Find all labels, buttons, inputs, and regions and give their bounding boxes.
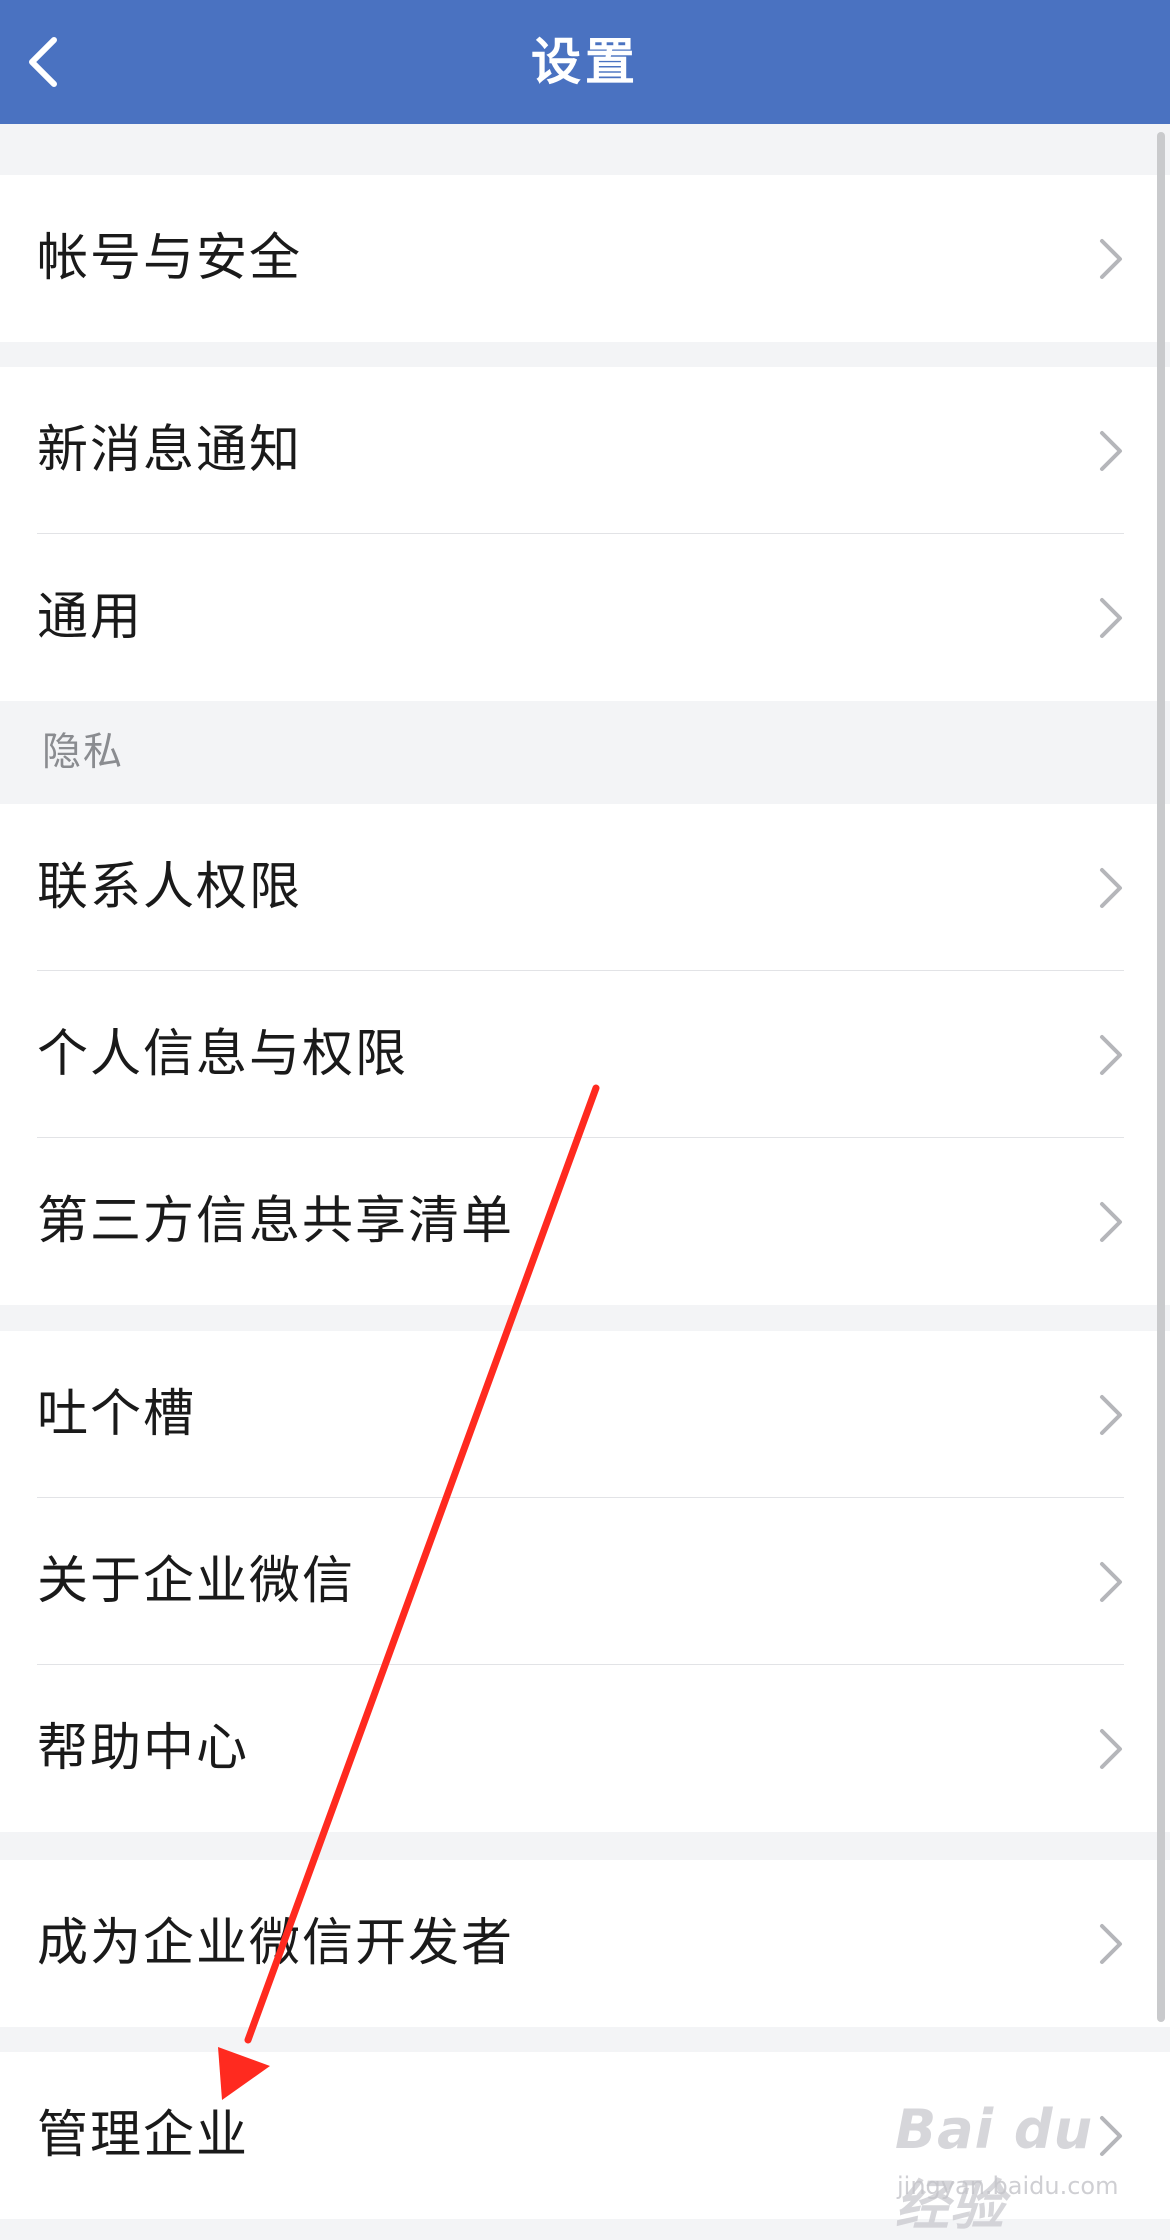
navigation-bar: 设置 [0, 0, 1170, 124]
settings-item-label: 成为企业微信开发者 [37, 1914, 515, 1973]
settings-item-label: 管理企业 [37, 2106, 250, 2165]
chevron-right-icon [1100, 1924, 1122, 1964]
settings-item-about[interactable]: 关于企业微信 [0, 1498, 1170, 1665]
chevron-right-icon [1100, 1562, 1122, 1602]
settings-group-privacy: 联系人权限 个人信息与权限 第三方信息共享清单 [0, 804, 1170, 1305]
page-title: 设置 [531, 33, 639, 91]
chevron-right-icon [1100, 598, 1122, 638]
chevron-right-icon [1100, 1035, 1122, 1075]
vertical-scrollbar[interactable] [1157, 132, 1165, 2022]
settings-item-notifications[interactable]: 新消息通知 [0, 367, 1170, 534]
settings-group-support: 吐个槽 关于企业微信 帮助中心 [0, 1331, 1170, 1832]
settings-item-help-center[interactable]: 帮助中心 [0, 1665, 1170, 1832]
settings-item-label: 帮助中心 [37, 1719, 250, 1778]
settings-item-label: 联系人权限 [37, 858, 303, 917]
settings-item-feedback[interactable]: 吐个槽 [0, 1331, 1170, 1498]
settings-item-contact-permissions[interactable]: 联系人权限 [0, 804, 1170, 971]
settings-item-label: 第三方信息共享清单 [37, 1192, 515, 1251]
chevron-right-icon [1100, 2116, 1122, 2156]
settings-item-label: 个人信息与权限 [37, 1025, 409, 1084]
settings-group-manage: 管理企业 [0, 2052, 1170, 2219]
settings-item-manage-enterprise[interactable]: 管理企业 [0, 2052, 1170, 2219]
settings-item-become-developer[interactable]: 成为企业微信开发者 [0, 1860, 1170, 2027]
section-header-privacy: 隐私 [0, 701, 1170, 804]
settings-group-account: 帐号与安全 [0, 175, 1170, 342]
settings-item-label: 吐个槽 [37, 1385, 197, 1444]
chevron-right-icon [1100, 239, 1122, 279]
chevron-right-icon [1100, 1729, 1122, 1769]
settings-item-third-party-list[interactable]: 第三方信息共享清单 [0, 1138, 1170, 1305]
chevron-right-icon [1100, 1202, 1122, 1242]
settings-group-general: 新消息通知 通用 [0, 367, 1170, 701]
settings-item-general[interactable]: 通用 [0, 534, 1170, 701]
section-header-label: 隐私 [42, 730, 125, 775]
chevron-right-icon [1100, 431, 1122, 471]
settings-item-personal-info[interactable]: 个人信息与权限 [0, 971, 1170, 1138]
chevron-right-icon [1100, 868, 1122, 908]
chevron-right-icon [1100, 1395, 1122, 1435]
settings-item-label: 关于企业微信 [37, 1552, 356, 1611]
settings-item-account-security[interactable]: 帐号与安全 [0, 175, 1170, 342]
settings-item-label: 通用 [37, 588, 144, 647]
settings-group-developer: 成为企业微信开发者 [0, 1860, 1170, 2027]
settings-item-label: 新消息通知 [37, 421, 303, 480]
settings-item-label: 帐号与安全 [37, 229, 303, 288]
